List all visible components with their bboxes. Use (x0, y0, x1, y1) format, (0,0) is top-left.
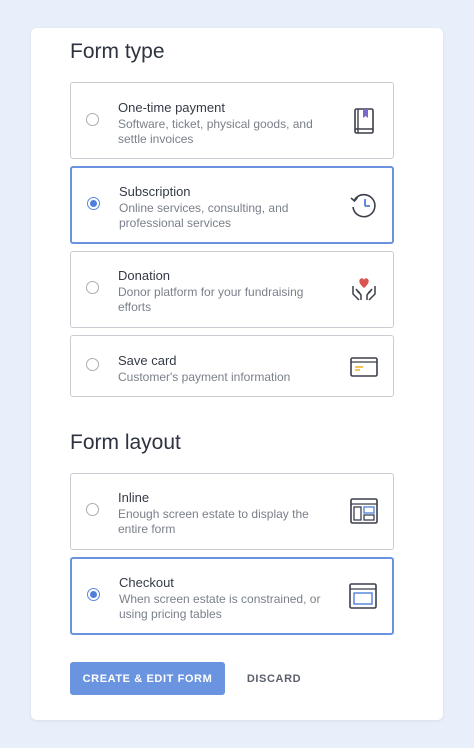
discard-button[interactable]: DISCARD (235, 662, 313, 695)
form-layout-heading: Form layout (70, 431, 181, 454)
radio-inline[interactable] (86, 503, 99, 516)
form-type-heading: Form type (70, 40, 165, 63)
option-title: One-time payment (118, 100, 225, 115)
inline-layout-icon (350, 498, 378, 524)
option-description: Donor platform for your fundraising effo… (118, 285, 304, 314)
option-checkout[interactable]: Checkout When screen estate is constrain… (70, 557, 394, 635)
option-description: Software, ticket, physical goods, and se… (118, 117, 313, 146)
option-description: Customer's payment information (118, 370, 291, 384)
book-icon (354, 108, 374, 134)
option-description: Online services, consulting, and profess… (119, 201, 289, 230)
option-donation[interactable]: Donation Donor platform for your fundrai… (70, 251, 394, 328)
radio-save-card[interactable] (86, 358, 99, 371)
option-title: Subscription (119, 184, 191, 199)
form-settings-card: Form type One-time payment Software, tic… (31, 28, 443, 720)
option-inline[interactable]: Inline Enough screen estate to display t… (70, 473, 394, 550)
heart-hands-icon (352, 278, 376, 301)
option-title: Checkout (119, 575, 174, 590)
option-title: Inline (118, 490, 150, 505)
checkout-window-icon (349, 583, 377, 609)
history-clock-icon (350, 193, 376, 218)
option-title: Save card (118, 353, 177, 368)
option-description: When screen estate is constrained, or us… (119, 592, 321, 621)
credit-card-icon (350, 357, 378, 377)
option-subscription[interactable]: Subscription Online services, consulting… (70, 166, 394, 244)
option-title: Donation (118, 268, 171, 283)
option-one-time-payment[interactable]: One-time payment Software, ticket, physi… (70, 82, 394, 159)
radio-donation[interactable] (86, 281, 99, 294)
option-description: Enough screen estate to display the enti… (118, 507, 309, 536)
radio-subscription[interactable] (87, 197, 100, 210)
option-save-card[interactable]: Save card Customer's payment information (70, 335, 394, 397)
create-edit-form-button[interactable]: CREATE & EDIT FORM (70, 662, 225, 695)
radio-one-time-payment[interactable] (86, 113, 99, 126)
radio-checkout[interactable] (87, 588, 100, 601)
